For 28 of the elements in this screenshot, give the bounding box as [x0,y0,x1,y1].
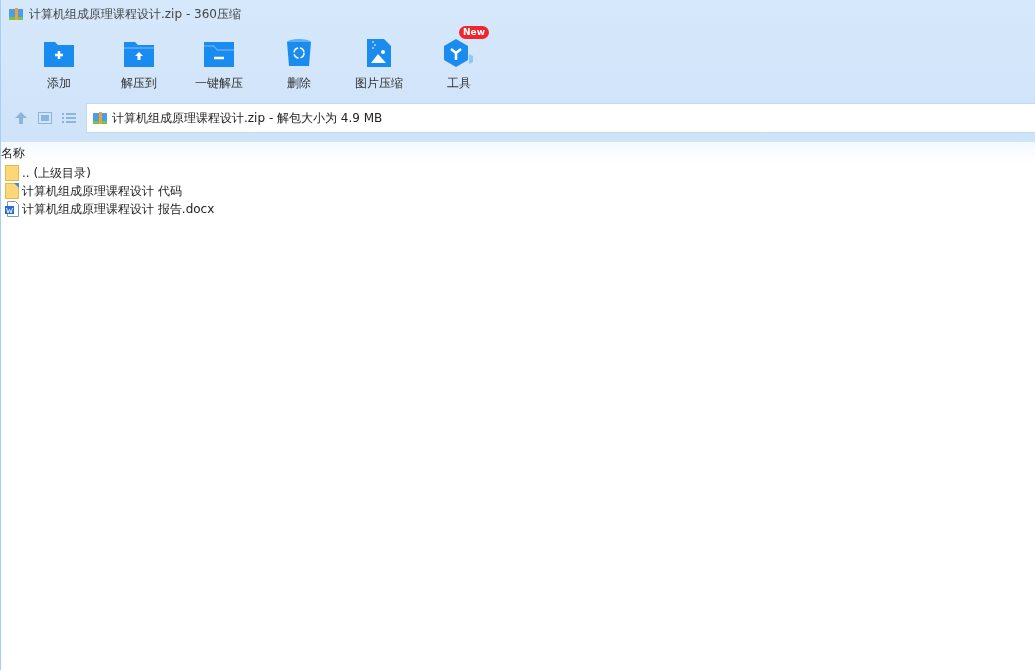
folder-icon [5,165,19,181]
image-file-icon [366,38,392,68]
folder-icon [5,183,19,199]
toolbar-button[interactable]: 图片压缩 [339,28,419,100]
folder-minus-icon [203,40,235,68]
archive-icon [8,6,24,22]
toolbar-button[interactable]: 添加 [19,28,99,100]
address-bar[interactable]: 计算机组成原理课程设计.zip - 解包大小为 4.9 MB [86,103,1035,133]
new-badge: New [459,26,489,39]
toolbar-button[interactable]: 一键解压 [179,28,259,100]
recycle-bin-icon [285,38,313,68]
thumbnail-view-icon[interactable] [38,112,52,124]
window-title: 计算机组成原理课程设计.zip - 360压缩 [29,5,241,23]
file-row[interactable]: 计算机组成原理课程设计 代码 [1,182,182,200]
file-row[interactable]: .. (上级目录) [1,164,91,182]
archive-icon [92,110,108,126]
hexagon-tool-icon [443,38,475,68]
toolbar-button[interactable]: 删除 [259,28,339,100]
file-row[interactable]: 计算机组成原理课程设计 报告.docx [1,200,215,218]
up-arrow-icon[interactable] [14,111,28,125]
word-document-icon [5,201,19,217]
archive-path: 计算机组成原理课程设计.zip - 解包大小为 4.9 MB [112,109,383,127]
column-header[interactable]: 名称 [1,144,25,162]
toolbar-button[interactable]: 解压到 [99,28,179,100]
toolbar-button[interactable]: New 工具 [419,28,499,100]
folder-plus-icon [43,40,75,68]
list-view-icon[interactable] [62,112,76,124]
folder-upload-icon [123,40,155,68]
